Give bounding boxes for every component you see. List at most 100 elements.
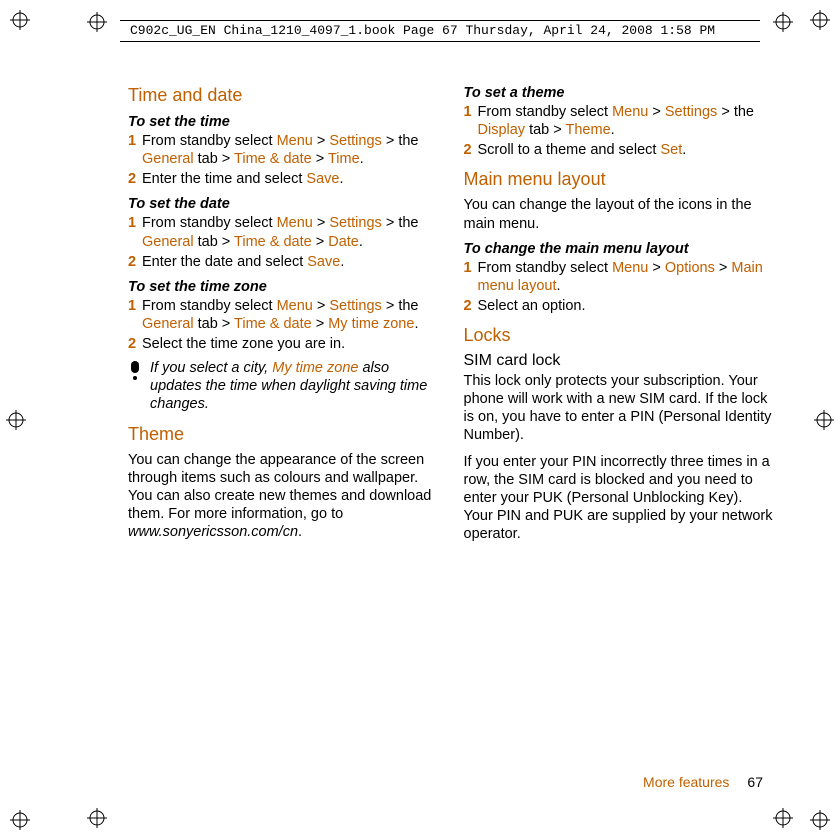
- menu-path: Date: [328, 234, 359, 250]
- steps-set-time-zone: From standby select Menu > Settings > th…: [128, 297, 440, 353]
- text: .: [557, 278, 561, 294]
- menu-path: Settings: [329, 215, 381, 231]
- text: .: [682, 142, 686, 158]
- text: >: [648, 260, 665, 276]
- steps-change-main-menu: From standby select Menu > Options > Mai…: [464, 259, 776, 315]
- text: >: [313, 215, 330, 231]
- text: If you select a city,: [150, 360, 272, 376]
- crop-mark-icon: [810, 10, 830, 30]
- body-text: If you enter your PIN incorrectly three …: [464, 453, 776, 544]
- menu-path: Save: [307, 254, 340, 270]
- right-column: To set a theme From standby select Menu …: [464, 85, 776, 551]
- note-text: If you select a city, My time zone also …: [150, 359, 440, 413]
- text: From standby select: [478, 104, 613, 120]
- subheading-set-time: To set the time: [128, 114, 440, 130]
- text: .: [339, 171, 343, 187]
- step: Enter the time and select Save.: [128, 170, 440, 188]
- text: .: [611, 122, 615, 138]
- crop-mark-icon: [773, 12, 793, 32]
- text: >: [715, 260, 732, 276]
- left-column: Time and date To set the time From stand…: [128, 85, 440, 551]
- step: Enter the date and select Save.: [128, 253, 440, 271]
- menu-path: Display: [478, 122, 526, 138]
- text: Enter the date and select: [142, 254, 307, 270]
- steps-set-theme: From standby select Menu > Settings > th…: [464, 103, 776, 159]
- heading-time-and-date: Time and date: [128, 85, 440, 106]
- print-header: C902c_UG_EN China_1210_4097_1.book Page …: [120, 20, 760, 42]
- step: From standby select Menu > Settings > th…: [128, 132, 440, 168]
- menu-path: Time & date: [234, 234, 312, 250]
- heading-locks: Locks: [464, 325, 776, 346]
- text: tab >: [194, 151, 234, 167]
- text: >: [312, 234, 329, 250]
- text: From standby select: [142, 215, 277, 231]
- crop-mark-icon: [10, 810, 30, 830]
- menu-path: General: [142, 234, 194, 250]
- crop-mark-icon: [87, 808, 107, 828]
- step: Select an option.: [464, 297, 776, 315]
- menu-path: Time: [328, 151, 360, 167]
- text: >: [312, 151, 328, 167]
- menu-path: Menu: [612, 260, 648, 276]
- menu-path: Options: [665, 260, 715, 276]
- step: From standby select Menu > Settings > th…: [128, 214, 440, 250]
- crop-mark-icon: [87, 12, 107, 32]
- menu-path: Theme: [566, 122, 611, 138]
- menu-path: Save: [306, 171, 339, 187]
- step: From standby select Menu > Options > Mai…: [464, 259, 776, 295]
- body-text: You can change the layout of the icons i…: [464, 196, 776, 232]
- menu-path: Menu: [277, 133, 313, 149]
- heading-theme: Theme: [128, 424, 440, 445]
- subheading-set-date: To set the date: [128, 196, 440, 212]
- info-icon: [128, 359, 142, 413]
- text: .: [340, 254, 344, 270]
- text: >: [648, 104, 665, 120]
- text: You can change the appearance of the scr…: [128, 452, 431, 522]
- text: tab >: [525, 122, 565, 138]
- menu-path: Settings: [665, 104, 717, 120]
- menu-path: Settings: [329, 133, 381, 149]
- crop-mark-icon: [6, 410, 26, 430]
- crop-mark-icon: [10, 10, 30, 30]
- text: > the: [717, 104, 754, 120]
- menu-path: Menu: [612, 104, 648, 120]
- menu-path: Settings: [329, 298, 381, 314]
- page-footer: More features 67: [643, 774, 763, 790]
- menu-path: Menu: [277, 298, 313, 314]
- subheading-sim-card-lock: SIM card lock: [464, 352, 776, 370]
- note: If you select a city, My time zone also …: [128, 359, 440, 413]
- step: From standby select Menu > Settings > th…: [128, 297, 440, 333]
- menu-path: My time zone: [328, 316, 414, 332]
- text: .: [298, 524, 302, 540]
- page-number: 67: [747, 774, 763, 790]
- step: Scroll to a theme and select Set.: [464, 141, 776, 159]
- url-text: www.sonyericsson.com/cn: [128, 524, 298, 540]
- menu-path: General: [142, 151, 194, 167]
- text: >: [312, 316, 329, 332]
- body-text: You can change the appearance of the scr…: [128, 451, 440, 542]
- text: .: [414, 316, 418, 332]
- text: > the: [382, 215, 419, 231]
- footer-section-label: More features: [643, 774, 729, 790]
- text: > the: [382, 133, 419, 149]
- menu-path: My time zone: [272, 360, 358, 376]
- text: >: [313, 298, 330, 314]
- text: >: [313, 133, 330, 149]
- subheading-set-theme: To set a theme: [464, 85, 776, 101]
- text: From standby select: [478, 260, 613, 276]
- menu-path: General: [142, 316, 194, 332]
- page-content: Time and date To set the time From stand…: [128, 85, 775, 551]
- text: Enter the time and select: [142, 171, 306, 187]
- step: From standby select Menu > Settings > th…: [464, 103, 776, 139]
- menu-path: Menu: [277, 215, 313, 231]
- steps-set-time: From standby select Menu > Settings > th…: [128, 132, 440, 188]
- text: > the: [382, 298, 419, 314]
- text: .: [359, 234, 363, 250]
- text: tab >: [194, 316, 234, 332]
- crop-mark-icon: [773, 808, 793, 828]
- subheading-change-main-menu: To change the main menu layout: [464, 241, 776, 257]
- text: From standby select: [142, 133, 277, 149]
- heading-main-menu-layout: Main menu layout: [464, 169, 776, 190]
- text: .: [360, 151, 364, 167]
- subheading-set-time-zone: To set the time zone: [128, 279, 440, 295]
